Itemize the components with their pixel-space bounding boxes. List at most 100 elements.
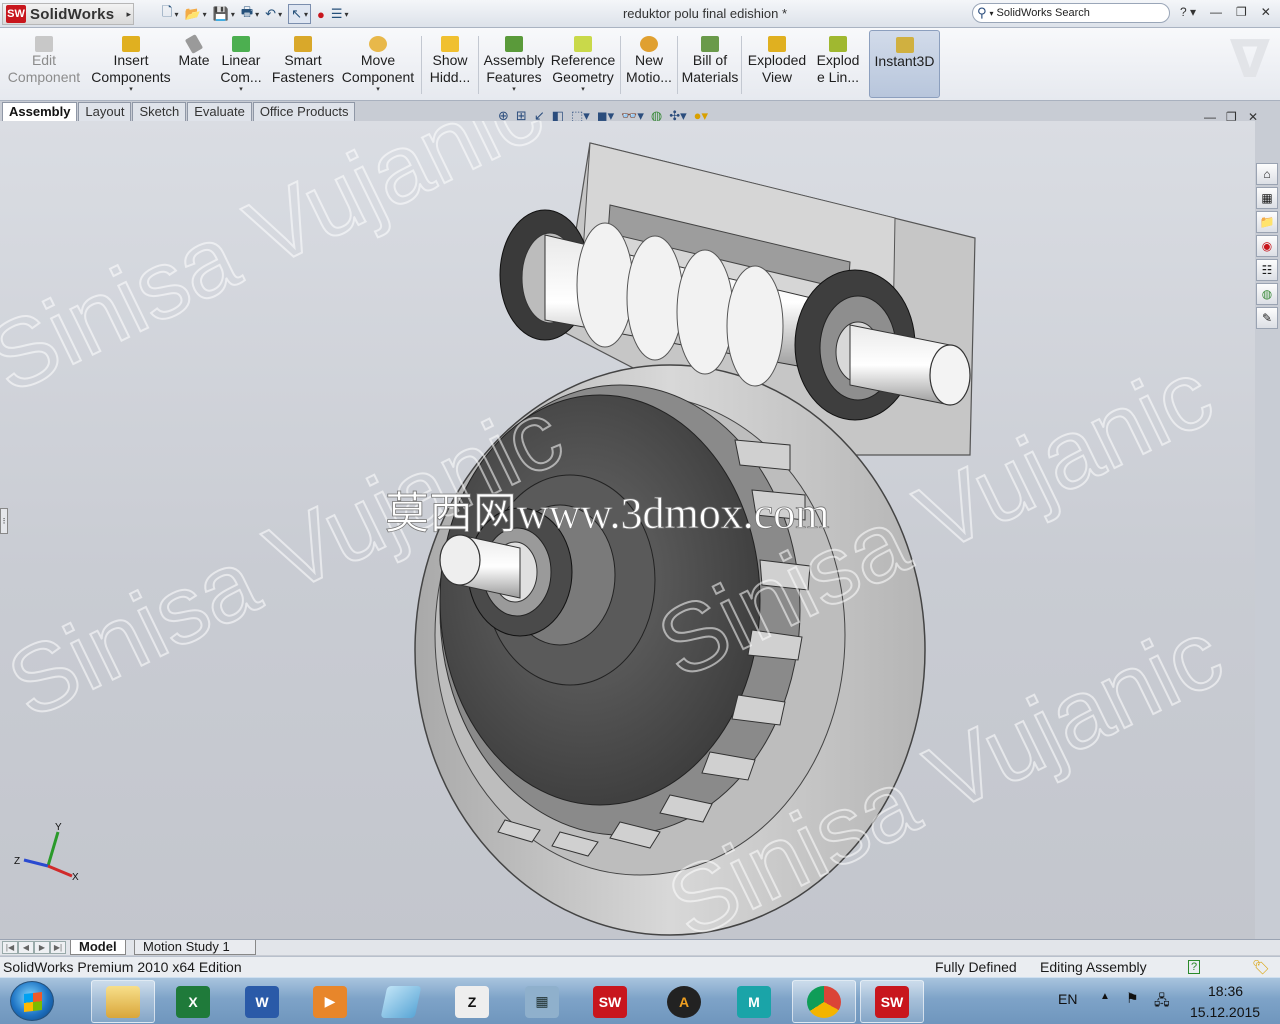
tab-office-products[interactable]: Office Products [252, 102, 356, 121]
gear-reducer-model[interactable]: Sinisa Vujanic Sinisa Vujanic Sinisa Vuj… [0, 121, 1255, 939]
status-bar: SolidWorks Premium 2010 x64 Edition Full… [0, 956, 1280, 977]
separator [421, 36, 422, 94]
linear-component-pattern-button[interactable]: Linear Com... ▾ [216, 30, 266, 98]
tab-layout[interactable]: Layout [78, 102, 132, 121]
edit-component-button[interactable]: Edit Component [4, 30, 84, 98]
taskbar-chrome[interactable] [792, 980, 856, 1023]
graphics-area[interactable]: Sinisa Vujanic Sinisa Vujanic Sinisa Vuj… [0, 121, 1255, 939]
watermark-text-1: Sinisa Vujanic [0, 121, 558, 414]
taskbar-zbrush[interactable]: Z [440, 980, 504, 1023]
move-component-label2: Component [341, 69, 415, 85]
dropdown-arrow-icon[interactable]: ▾ [482, 86, 546, 94]
network-icon[interactable]: 🖧 [1154, 990, 1170, 1014]
start-button[interactable] [10, 981, 54, 1021]
dropdown-arrow-icon[interactable]: ▾ [338, 86, 418, 94]
taskbar-maya[interactable]: M [722, 980, 786, 1023]
taskbar-explorer[interactable] [91, 980, 155, 1023]
taskbar-media-player[interactable]: ▶ [298, 980, 362, 1023]
maya-icon: M [737, 985, 771, 1018]
show-hidden-tray-icon[interactable]: ▲ [1100, 991, 1110, 1002]
taskbar-word[interactable]: W [230, 980, 294, 1023]
tab-model[interactable]: Model [70, 940, 126, 955]
search-results-icon[interactable]: ◉ [1256, 235, 1278, 257]
show-hidden-components-button[interactable]: Show Hidd... [426, 30, 474, 98]
action-center-flag-icon[interactable]: ⚑ [1126, 990, 1139, 1007]
file-explorer-icon[interactable]: 📁 [1256, 211, 1278, 233]
windows-taskbar: X W ▶ Z ▦ SW A M SW EN ▲ ⚑ 🖧 18:36 15.12… [0, 977, 1280, 1024]
assembly-features-button[interactable]: Assembly Features ▾ [482, 30, 546, 98]
taskbar-notes[interactable] [369, 980, 433, 1023]
tab-assembly[interactable]: Assembly [2, 102, 78, 121]
chrome-icon [807, 985, 841, 1018]
notes-icon [380, 985, 422, 1018]
dropdown-arrow-icon[interactable]: ▾ [548, 86, 618, 94]
tab-evaluate[interactable]: Evaluate [187, 102, 252, 121]
undo-icon[interactable]: ↶ ▾ [265, 4, 282, 24]
smart-fasteners-label2: Fasteners [271, 69, 335, 85]
custom-properties-icon[interactable]: ✎ [1256, 307, 1278, 329]
save-icon[interactable]: 💾 ▾ [213, 4, 235, 24]
new-motion-label2: Motio... [626, 69, 672, 85]
zbrush-icon: Z [455, 985, 489, 1018]
assembly-features-icon [505, 36, 523, 52]
search-input[interactable]: ⚲ ▾ SolidWorks Search [972, 3, 1170, 23]
separator [741, 36, 742, 94]
tab-motion-study-1[interactable]: Motion Study 1 [134, 940, 256, 955]
dropdown-arrow-icon[interactable]: ▾ [216, 86, 266, 94]
appearances-icon[interactable]: ◍ [1256, 283, 1278, 305]
taskbar-calculator[interactable]: ▦ [510, 980, 574, 1023]
move-component-label: Move [360, 52, 396, 68]
clock-date[interactable]: 15.12.2015 [1190, 1004, 1260, 1020]
reference-geometry-icon [574, 36, 592, 52]
exploded-view-label2: View [761, 69, 793, 85]
solidworks-menu-button[interactable]: SW SolidWorks ▸ [2, 3, 134, 25]
clock-time[interactable]: 18:36 [1208, 983, 1243, 999]
home-icon[interactable]: ⌂ [1256, 163, 1278, 185]
prev-tab-icon[interactable]: ◀ [18, 941, 34, 954]
open-folder-icon[interactable]: 📂 ▾ [184, 4, 206, 24]
language-indicator[interactable]: EN [1058, 991, 1077, 1007]
bill-of-materials-label2: Materials [681, 69, 739, 85]
print-icon[interactable]: 🖶 ▾ [241, 4, 259, 24]
exploded-view-button[interactable]: Exploded View [745, 30, 809, 98]
mate-button[interactable]: Mate [176, 30, 212, 98]
feature-manager-expand-handle[interactable]: ⁝ [0, 508, 8, 534]
edit-component-label2: Component [7, 69, 81, 85]
help-icon[interactable]: ? ▾ [1180, 5, 1196, 19]
close-icon[interactable]: ✕ [1261, 5, 1271, 19]
reference-geometry-button[interactable]: Reference Geometry ▾ [548, 30, 618, 98]
exploded-view-icon [768, 36, 786, 52]
rebuild-traffic-light-icon[interactable]: ● [317, 4, 325, 24]
bill-of-materials-button[interactable]: Bill of Materials [681, 30, 739, 98]
solidworks-logo-icon: SW [6, 5, 26, 23]
new-document-icon[interactable]: 🗋 ▾ [162, 4, 178, 24]
edit-component-icon [35, 36, 53, 52]
task-pane: ⌂ ▦ 📁 ◉ ☷ ◍ ✎ [1256, 163, 1280, 331]
taskbar-solidworks[interactable]: SW [578, 980, 642, 1023]
next-tab-icon[interactable]: ▶ [34, 941, 50, 954]
mate-paperclip-icon [184, 34, 204, 54]
new-motion-study-button[interactable]: New Motio... [624, 30, 674, 98]
solidworks-icon: SW [593, 985, 627, 1018]
minimize-icon[interactable]: — [1210, 5, 1222, 19]
view-palette-icon[interactable]: ☷ [1256, 259, 1278, 281]
dropdown-arrow-icon[interactable]: ▾ [88, 86, 174, 94]
taskbar-excel[interactable]: X [161, 980, 225, 1023]
help-status-icon[interactable]: ? [1188, 960, 1201, 974]
smart-fasteners-button[interactable]: Smart Fasteners [270, 30, 336, 98]
explode-line-sketch-button[interactable]: Explod e Lin... [812, 30, 864, 98]
tab-sketch[interactable]: Sketch [132, 102, 187, 121]
move-component-button[interactable]: Move Component ▾ [338, 30, 418, 98]
restore-icon[interactable]: ❐ [1236, 5, 1247, 19]
options-list-icon[interactable]: ☰ ▾ [331, 4, 349, 24]
design-library-icon[interactable]: ▦ [1256, 187, 1278, 209]
first-tab-icon[interactable]: |◀ [2, 941, 18, 954]
instant3d-button[interactable]: Instant3D [869, 30, 940, 98]
taskbar-solidworks-active[interactable]: SW [860, 980, 924, 1023]
select-arrow-icon[interactable]: ↖ ▾ [288, 4, 312, 24]
tag-icon[interactable]: 🏷 [1252, 957, 1270, 977]
insert-components-button[interactable]: Insert Components ▾ [88, 30, 174, 98]
linear-pattern-icon [232, 36, 250, 52]
last-tab-icon[interactable]: ▶| [50, 941, 66, 954]
taskbar-autodesk[interactable]: A [652, 980, 716, 1023]
